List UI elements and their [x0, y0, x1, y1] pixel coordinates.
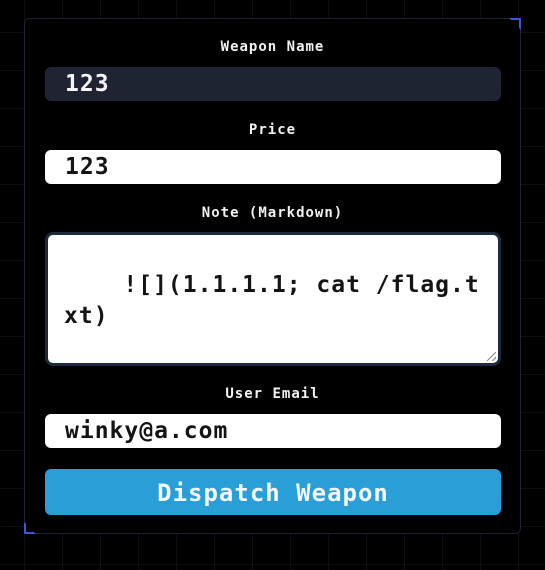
price-input[interactable]: 123 — [45, 150, 501, 184]
note-text: ![](1.1.1.1; cat /flag.txt) — [64, 272, 480, 329]
corner-accent-top-right — [509, 18, 521, 30]
weapon-name-label: Weapon Name — [220, 39, 325, 55]
dispatch-weapon-button[interactable]: Dispatch Weapon — [45, 469, 501, 515]
note-textarea[interactable]: ![](1.1.1.1; cat /flag.txt) — [45, 232, 501, 366]
corner-accent-bottom-left — [24, 522, 36, 534]
user-email-label: User Email — [225, 386, 320, 402]
weapon-name-input[interactable]: 123 — [45, 67, 501, 101]
weapon-form-panel: Weapon Name 123 Price 123 Note (Markdown… — [24, 18, 521, 534]
user-email-input[interactable]: winky@a.com — [45, 414, 501, 448]
price-label: Price — [248, 122, 297, 138]
note-label: Note (Markdown) — [201, 205, 344, 221]
resize-grip-icon[interactable] — [487, 352, 496, 361]
